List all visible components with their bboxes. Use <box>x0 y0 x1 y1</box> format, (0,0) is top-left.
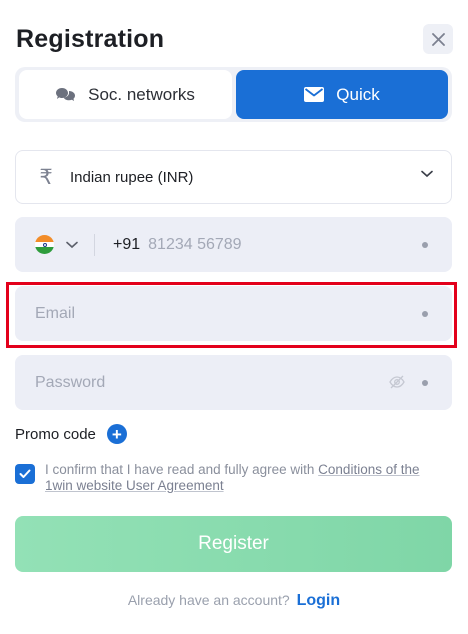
checkmark-icon <box>19 469 31 478</box>
country-code: +91 <box>113 235 141 253</box>
consent-checkbox[interactable] <box>15 464 35 484</box>
currency-value: Indian rupee (INR) <box>70 168 194 186</box>
registration-modal: Registration Soc. networks Quick ₹ India… <box>0 0 468 634</box>
chevron-down-icon <box>421 170 433 178</box>
consent-row: I confirm that I have read and fully agr… <box>15 462 452 494</box>
country-chevron-down-icon[interactable] <box>66 241 78 249</box>
password-placeholder: Password <box>35 373 106 391</box>
promo-code-label: Promo code <box>15 425 96 443</box>
login-prompt-text: Already have an account? <box>127 592 290 608</box>
chat-bubbles-icon <box>56 87 76 101</box>
tab-social-networks-label: Soc. networks <box>88 84 195 104</box>
promo-code-toggle[interactable]: Promo code + <box>15 424 127 444</box>
phone-input[interactable]: 81234 56789 <box>148 236 241 254</box>
login-link[interactable]: Login <box>297 592 341 609</box>
consent-text-body: I confirm that I have read and fully agr… <box>45 462 315 477</box>
envelope-icon <box>304 87 325 102</box>
tab-social-networks[interactable]: Soc. networks <box>19 70 232 119</box>
close-icon <box>431 32 445 46</box>
registration-tabs: Soc. networks Quick <box>15 67 452 122</box>
eye-icon[interactable] <box>389 375 405 389</box>
tab-quick-label: Quick <box>336 84 380 104</box>
email-highlight-box <box>6 282 457 348</box>
currency-select[interactable]: ₹ Indian rupee (INR) <box>15 150 452 204</box>
tab-quick[interactable]: Quick <box>236 70 448 119</box>
consent-text: I confirm that I have read and fully agr… <box>45 462 445 494</box>
plus-icon[interactable]: + <box>106 424 127 444</box>
close-button[interactable] <box>423 24 453 54</box>
login-prompt: Already have an account? Login <box>0 592 468 610</box>
required-dot <box>422 379 428 386</box>
phone-field: +91 81234 56789 <box>15 217 452 272</box>
divider <box>94 233 95 256</box>
password-field[interactable]: Password <box>15 355 452 410</box>
required-dot <box>422 241 428 248</box>
page-title: Registration <box>16 25 165 53</box>
register-button[interactable]: Register <box>15 516 452 572</box>
india-flag-icon[interactable] <box>35 235 54 254</box>
rupee-icon: ₹ <box>39 165 53 189</box>
